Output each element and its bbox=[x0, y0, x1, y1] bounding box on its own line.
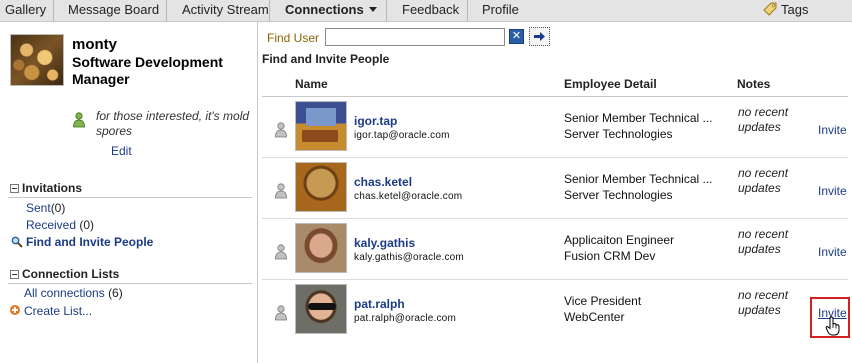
tab-feedback[interactable]: Feedback bbox=[387, 0, 468, 21]
status-message: for those interested, it's mold spores bbox=[96, 109, 250, 138]
connection-lists-heading-label: Connection Lists bbox=[22, 267, 120, 281]
connection-lists-heading[interactable]: Connection Lists bbox=[10, 267, 119, 281]
tab-connections-label: Connections bbox=[285, 2, 364, 17]
top-navigation: Gallery Message Board Activity Stream Co… bbox=[0, 0, 852, 22]
received-label: Received bbox=[26, 218, 77, 232]
employee-department: Server Technologies bbox=[564, 127, 673, 141]
invitations-heading-label: Invitations bbox=[22, 181, 83, 195]
create-list-link[interactable]: Create List... bbox=[24, 304, 92, 318]
avatar bbox=[10, 34, 64, 86]
section-title: Find and Invite People bbox=[262, 52, 390, 66]
tags-label: Tags bbox=[781, 2, 809, 17]
person-email: pat.ralph@oracle.com bbox=[354, 313, 456, 324]
divider bbox=[8, 197, 252, 198]
tab-profile[interactable]: Profile bbox=[468, 0, 528, 21]
table-row: kaly.gathis kaly.gathis@oracle.com Appli… bbox=[262, 219, 848, 280]
invite-link[interactable]: Invite bbox=[818, 184, 847, 198]
profile-name: monty bbox=[72, 36, 117, 53]
column-header-notes: Notes bbox=[737, 77, 771, 91]
avatar bbox=[295, 284, 347, 334]
tab-connections[interactable]: Connections bbox=[270, 0, 387, 21]
all-connections-link[interactable]: All connections (6) bbox=[24, 286, 123, 300]
person-name-link[interactable]: chas.ketel bbox=[354, 175, 412, 189]
employee-title: Senior Member Technical ... bbox=[564, 172, 713, 186]
all-connections-label: All connections bbox=[24, 286, 105, 300]
person-email: igor.tap@oracle.com bbox=[354, 130, 450, 141]
divider bbox=[8, 283, 252, 284]
avatar bbox=[295, 101, 347, 151]
profile-title: Software Development Manager bbox=[72, 54, 223, 87]
presence-online-icon bbox=[73, 112, 85, 128]
tags-link[interactable]: Tags bbox=[762, 1, 808, 21]
tab-message-board[interactable]: Message Board bbox=[54, 0, 167, 21]
employee-department: WebCenter bbox=[564, 310, 625, 324]
column-header-name: Name bbox=[295, 77, 328, 91]
received-invitations-link[interactable]: Received (0) bbox=[26, 218, 94, 232]
employee-department: Fusion CRM Dev bbox=[564, 249, 656, 263]
collapse-icon[interactable] bbox=[10, 270, 19, 279]
search-go-button[interactable] bbox=[529, 27, 550, 46]
avatar bbox=[295, 162, 347, 212]
employee-title: Senior Member Technical ... bbox=[564, 111, 713, 125]
tab-gallery[interactable]: Gallery bbox=[0, 0, 54, 21]
presence-offline-icon bbox=[275, 244, 287, 260]
employee-title: Vice President bbox=[564, 294, 642, 308]
invitations-heading[interactable]: Invitations bbox=[10, 181, 82, 195]
person-name-link[interactable]: pat.ralph bbox=[354, 297, 405, 311]
find-invite-people-link[interactable]: Find and Invite People bbox=[26, 235, 153, 249]
search-icon bbox=[11, 236, 23, 248]
notes-text: no recent updates bbox=[738, 166, 789, 195]
person-name-link[interactable]: kaly.gathis bbox=[354, 236, 415, 250]
find-user-label: Find User bbox=[267, 31, 320, 45]
employee-department: Server Technologies bbox=[564, 188, 673, 202]
table-row: igor.tap igor.tap@oracle.com Senior Memb… bbox=[262, 97, 848, 158]
all-connections-count: (6) bbox=[108, 286, 123, 300]
notes-text: no recent updates bbox=[738, 227, 789, 256]
sent-count: (0) bbox=[50, 201, 66, 215]
invite-link[interactable]: Invite bbox=[818, 245, 847, 259]
tag-icon bbox=[763, 2, 777, 16]
received-count: (0) bbox=[79, 218, 95, 232]
add-icon bbox=[10, 305, 20, 315]
sent-label: Sent bbox=[26, 201, 51, 215]
collapse-icon[interactable] bbox=[10, 184, 19, 193]
notes-text: no recent updates bbox=[738, 105, 789, 134]
table-row: chas.ketel chas.ketel@oracle.com Senior … bbox=[262, 158, 848, 219]
avatar bbox=[295, 223, 347, 273]
table-row: pat.ralph pat.ralph@oracle.com Vice Pres… bbox=[262, 280, 850, 341]
presence-offline-icon bbox=[275, 122, 287, 138]
presence-offline-icon bbox=[275, 305, 287, 321]
employee-title: Applicaiton Engineer bbox=[564, 233, 675, 247]
find-user-input[interactable] bbox=[325, 28, 505, 46]
close-icon[interactable]: ✕ bbox=[509, 29, 524, 44]
profile-sidebar: monty Software Development Manager for t… bbox=[0, 22, 258, 363]
arrow-right-icon bbox=[534, 32, 545, 41]
invite-link[interactable]: Invite bbox=[818, 123, 847, 137]
person-name-link[interactable]: igor.tap bbox=[354, 114, 397, 128]
person-email: kaly.gathis@oracle.com bbox=[354, 252, 464, 263]
column-header-employee-detail: Employee Detail bbox=[564, 77, 657, 91]
pointer-hand-icon bbox=[825, 316, 840, 336]
tab-activity-stream[interactable]: Activity Stream bbox=[167, 0, 270, 21]
notes-text: no recent updates bbox=[738, 288, 789, 317]
edit-status-link[interactable]: Edit bbox=[111, 144, 132, 158]
sent-invitations-link[interactable]: Sent(0) bbox=[26, 201, 65, 215]
person-email: chas.ketel@oracle.com bbox=[354, 191, 463, 202]
presence-offline-icon bbox=[275, 183, 287, 199]
chevron-down-icon[interactable] bbox=[368, 7, 377, 12]
